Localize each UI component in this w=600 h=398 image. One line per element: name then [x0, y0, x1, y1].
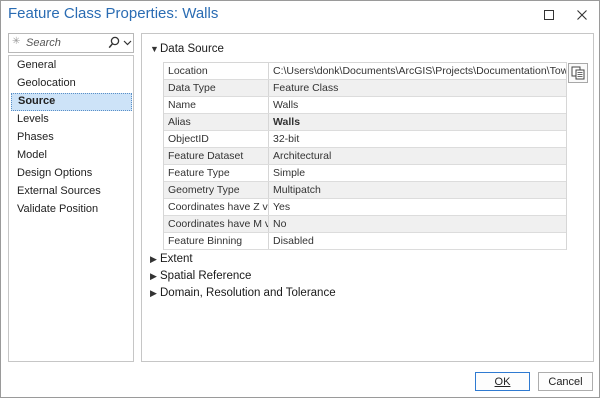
nav-item-design-options[interactable]: Design Options — [9, 165, 133, 183]
section-extent[interactable]: ▶ Extent — [150, 253, 193, 269]
section-spatial-reference[interactable]: ▶ Spatial Reference — [150, 270, 251, 286]
grid-row: Feature Type Simple — [164, 165, 566, 182]
row-key: Coordinates have Z value — [164, 199, 269, 215]
row-value: Architectural — [273, 150, 332, 162]
chevron-right-icon: ▶ — [150, 254, 157, 264]
row-key: Feature Binning — [164, 233, 269, 249]
row-value: Walls — [273, 116, 301, 128]
maximize-button[interactable] — [536, 4, 562, 26]
grid-row: Coordinates have M value No — [164, 216, 566, 233]
row-key: Location — [164, 63, 269, 79]
row-value: Simple — [273, 167, 306, 179]
grid-row: Geometry Type Multipatch — [164, 182, 566, 199]
nav-item-external-sources[interactable]: External Sources — [9, 183, 133, 201]
dialog-window: Feature Class Properties: Walls ✳ Genera… — [0, 0, 600, 398]
row-value: Yes — [273, 201, 291, 213]
row-key: Feature Dataset — [164, 148, 269, 164]
row-key: Coordinates have M value — [164, 216, 269, 232]
grid-row: Alias Walls — [164, 114, 566, 131]
row-value: Feature Class — [273, 82, 339, 94]
nav-item-validate-position[interactable]: Validate Position — [9, 201, 133, 219]
nav-item-general[interactable]: General — [9, 57, 133, 75]
dialog-title: Feature Class Properties: Walls — [8, 5, 219, 22]
close-button[interactable] — [569, 4, 595, 26]
grid-row: Coordinates have Z value Yes — [164, 199, 566, 216]
chevron-right-icon: ▶ — [150, 271, 157, 281]
search-box: ✳ — [8, 33, 134, 53]
copy-icon — [571, 66, 585, 80]
section-data-source[interactable]: ▼Data Source — [150, 43, 224, 59]
row-key: Alias — [164, 114, 269, 130]
ok-label: OK — [494, 375, 511, 388]
nav-item-phases[interactable]: Phases — [9, 129, 133, 147]
row-value: 32-bit — [273, 133, 300, 145]
nav-item-geolocation[interactable]: Geolocation — [9, 75, 133, 93]
close-icon — [577, 10, 587, 20]
row-value: C:\Users\donk\Documents\ArcGIS\Projects\… — [273, 65, 566, 77]
nav-item-levels[interactable]: Levels — [9, 111, 133, 129]
nav-item-source[interactable]: Source — [11, 93, 132, 111]
nav-list: General Geolocation Source Levels Phases… — [8, 55, 134, 362]
row-value: Disabled — [273, 235, 314, 247]
row-value: No — [273, 218, 287, 230]
maximize-icon — [544, 10, 554, 20]
cancel-button[interactable]: Cancel — [538, 372, 593, 391]
grid-row: Data Type Feature Class — [164, 80, 566, 97]
grid-row: Name Walls — [164, 97, 566, 114]
row-value: Walls — [273, 99, 299, 111]
chevron-right-icon: ▶ — [150, 288, 157, 298]
row-key: Data Type — [164, 80, 269, 96]
search-input[interactable] — [26, 36, 104, 50]
sparkle-icon: ✳ — [12, 36, 21, 47]
section-heading: Spatial Reference — [160, 270, 252, 282]
chevron-down-icon[interactable] — [123, 37, 132, 49]
chevron-down-icon: ▼ — [150, 44, 159, 54]
section-domain-resolution-tolerance[interactable]: ▶ Domain, Resolution and Tolerance — [150, 287, 336, 303]
grid-row: Feature Dataset Architectural — [164, 148, 566, 165]
properties-panel: ▼Data Source Location C:\Users\donk\Docum… — [141, 33, 594, 362]
ok-button[interactable]: OK — [475, 372, 530, 391]
search-icon[interactable] — [108, 36, 120, 50]
row-value: Multipatch — [273, 184, 321, 196]
grid-row: Location C:\Users\donk\Documents\ArcGIS\P… — [164, 63, 566, 80]
row-key: Feature Type — [164, 165, 269, 181]
section-heading: Data Source — [160, 43, 224, 55]
copy-location-button[interactable] — [568, 63, 588, 83]
row-key: Name — [164, 97, 269, 113]
section-heading: Extent — [160, 253, 193, 265]
section-heading: Domain, Resolution and Tolerance — [160, 287, 336, 299]
data-source-grid: Location C:\Users\donk\Documents\ArcGIS\P… — [163, 62, 567, 250]
grid-row: Feature Binning Disabled — [164, 233, 566, 250]
row-key: Geometry Type — [164, 182, 269, 198]
nav-item-model[interactable]: Model — [9, 147, 133, 165]
row-key: ObjectID — [164, 131, 269, 147]
title-bar: Feature Class Properties: Walls — [1, 1, 599, 29]
grid-row: ObjectID 32-bit — [164, 131, 566, 148]
